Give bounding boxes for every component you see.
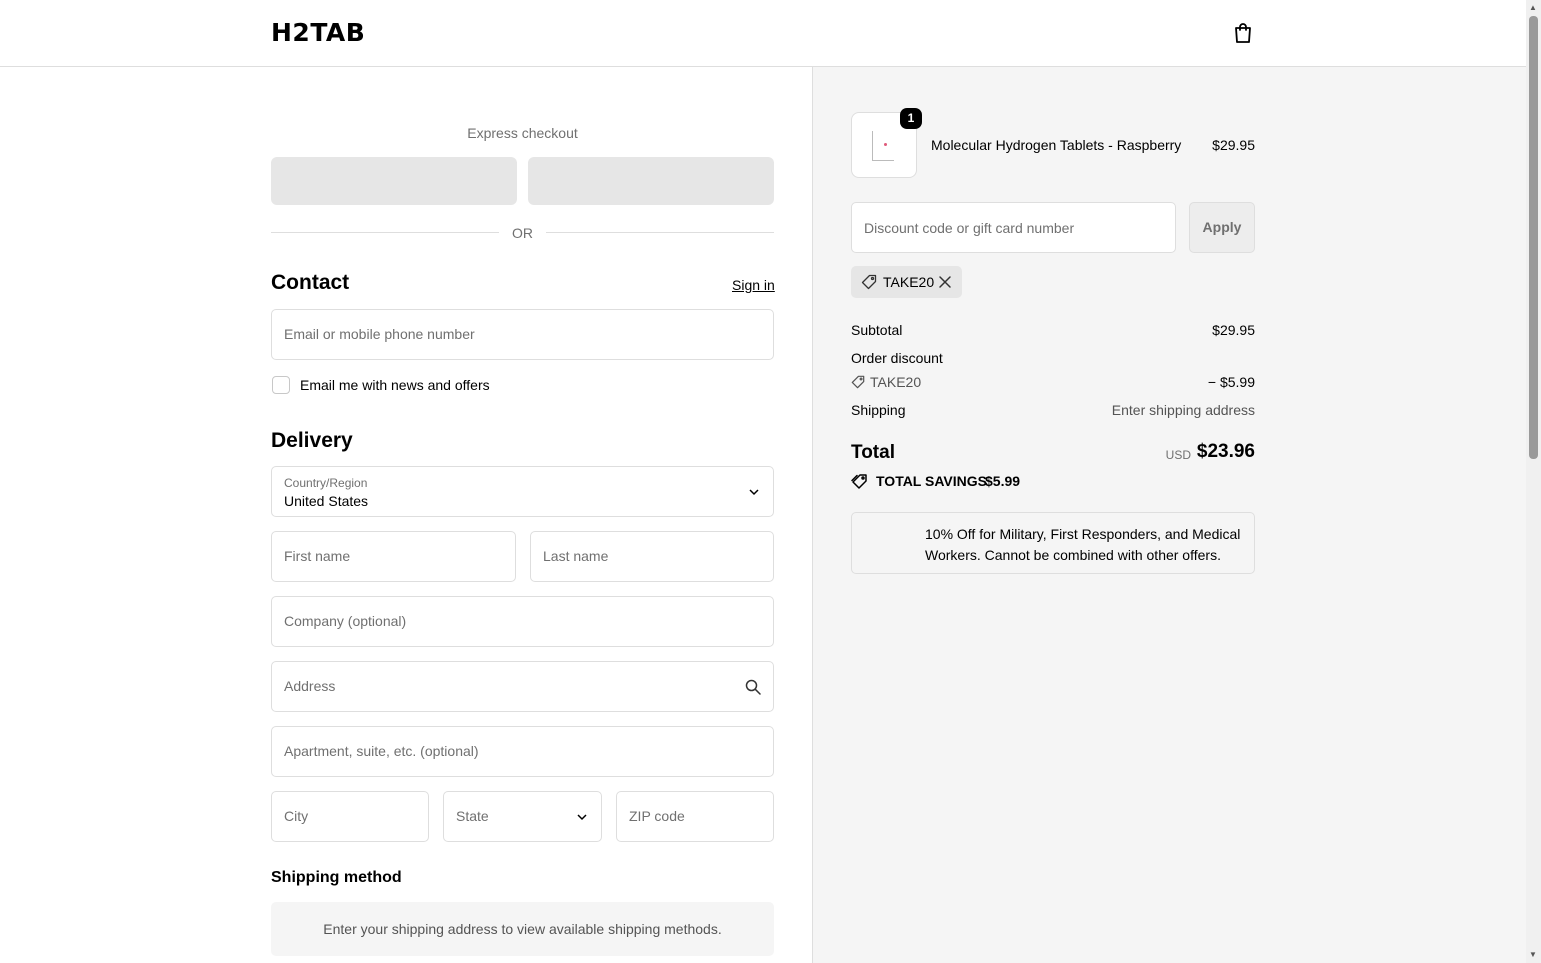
- tag-icon: [861, 274, 877, 290]
- shipping-method-message: Enter your shipping address to view avai…: [271, 902, 774, 956]
- subtotal-value: $29.95: [1212, 322, 1255, 338]
- search-icon: [745, 679, 761, 695]
- divider-right: [546, 232, 774, 233]
- scroll-up-arrow-icon[interactable]: ▲: [1529, 3, 1537, 13]
- apply-button[interactable]: Apply: [1189, 202, 1255, 253]
- company-placeholder: Company (optional): [284, 613, 407, 629]
- contact-heading: Contact: [271, 271, 350, 294]
- discount-placeholder: Discount code or gift card number: [864, 220, 1075, 236]
- quantity-badge: 1: [900, 108, 922, 129]
- express-checkout-title: Express checkout: [467, 125, 578, 141]
- promo-notice: 10% Off for Military, First Responders, …: [851, 512, 1255, 574]
- scrollbar-thumb[interactable]: [1529, 16, 1538, 459]
- discount-code-label: TAKE20: [870, 374, 922, 390]
- last-name-field[interactable]: Last name: [530, 531, 774, 582]
- state-placeholder: State: [456, 808, 489, 824]
- express-pay-button-1[interactable]: [271, 157, 517, 205]
- currency-code: USD: [1165, 448, 1191, 462]
- order-discount-label: Order discount: [851, 350, 943, 366]
- first-name-field[interactable]: First name: [271, 531, 516, 582]
- store-logo[interactable]: H2TAB: [271, 18, 365, 47]
- chevron-down-icon: [577, 814, 587, 821]
- apartment-field[interactable]: Apartment, suite, etc. (optional): [271, 726, 774, 777]
- delivery-heading: Delivery: [271, 429, 353, 452]
- tags-icon: [851, 474, 867, 489]
- city-field[interactable]: City: [271, 791, 429, 842]
- close-icon[interactable]: [938, 275, 952, 289]
- sign-in-link[interactable]: Sign in: [732, 277, 775, 293]
- email-placeholder: Email or mobile phone number: [284, 326, 475, 342]
- product-name: Molecular Hydrogen Tablets - Raspberry: [931, 137, 1182, 153]
- or-divider-text: OR: [512, 225, 533, 241]
- news-checkbox[interactable]: [272, 376, 290, 394]
- header: H2TAB: [0, 0, 1526, 67]
- zip-placeholder: ZIP code: [629, 808, 685, 824]
- country-value: United States: [284, 493, 369, 509]
- state-select[interactable]: State: [443, 791, 602, 842]
- subtotal-label: Subtotal: [851, 322, 903, 338]
- express-pay-button-2[interactable]: [528, 157, 774, 205]
- country-select[interactable]: Country/Region United States: [271, 466, 774, 517]
- applied-code: TAKE20: [883, 274, 935, 290]
- city-placeholder: City: [284, 808, 309, 824]
- email-field[interactable]: Email or mobile phone number: [271, 309, 774, 360]
- shipping-method-heading: Shipping method: [271, 869, 402, 886]
- chevron-down-icon: [749, 489, 759, 496]
- country-label: Country/Region: [284, 476, 368, 490]
- total-savings-value: $5.99: [985, 473, 1021, 489]
- tag-icon: [851, 375, 865, 389]
- address-field[interactable]: Address: [271, 661, 774, 712]
- discount-code-field[interactable]: Discount code or gift card number: [851, 202, 1176, 253]
- scrollbar[interactable]: ▲ ▼: [1526, 0, 1541, 963]
- apartment-placeholder: Apartment, suite, etc. (optional): [284, 743, 479, 759]
- total-label: Total: [851, 442, 895, 463]
- promo-text: 10% Off for Military, First Responders, …: [925, 526, 1241, 563]
- shopping-bag-icon[interactable]: [1231, 21, 1255, 45]
- last-name-placeholder: Last name: [543, 548, 609, 564]
- first-name-placeholder: First name: [284, 548, 351, 564]
- zip-field[interactable]: ZIP code: [616, 791, 774, 842]
- shipping-value: Enter shipping address: [1111, 402, 1255, 418]
- company-field[interactable]: Company (optional): [271, 596, 774, 647]
- address-placeholder: Address: [284, 678, 336, 694]
- discount-value: − $5.99: [1207, 374, 1255, 390]
- total-value: $23.96: [1196, 441, 1255, 462]
- applied-discount-chip: TAKE20: [851, 266, 962, 298]
- product-price: $29.95: [1212, 137, 1255, 153]
- news-checkbox-label: Email me with news and offers: [300, 377, 490, 393]
- shipping-label: Shipping: [851, 402, 906, 418]
- scroll-down-arrow-icon[interactable]: ▼: [1529, 950, 1537, 960]
- total-savings-label: TOTAL SAVINGS: [876, 473, 987, 489]
- divider-left: [271, 232, 499, 233]
